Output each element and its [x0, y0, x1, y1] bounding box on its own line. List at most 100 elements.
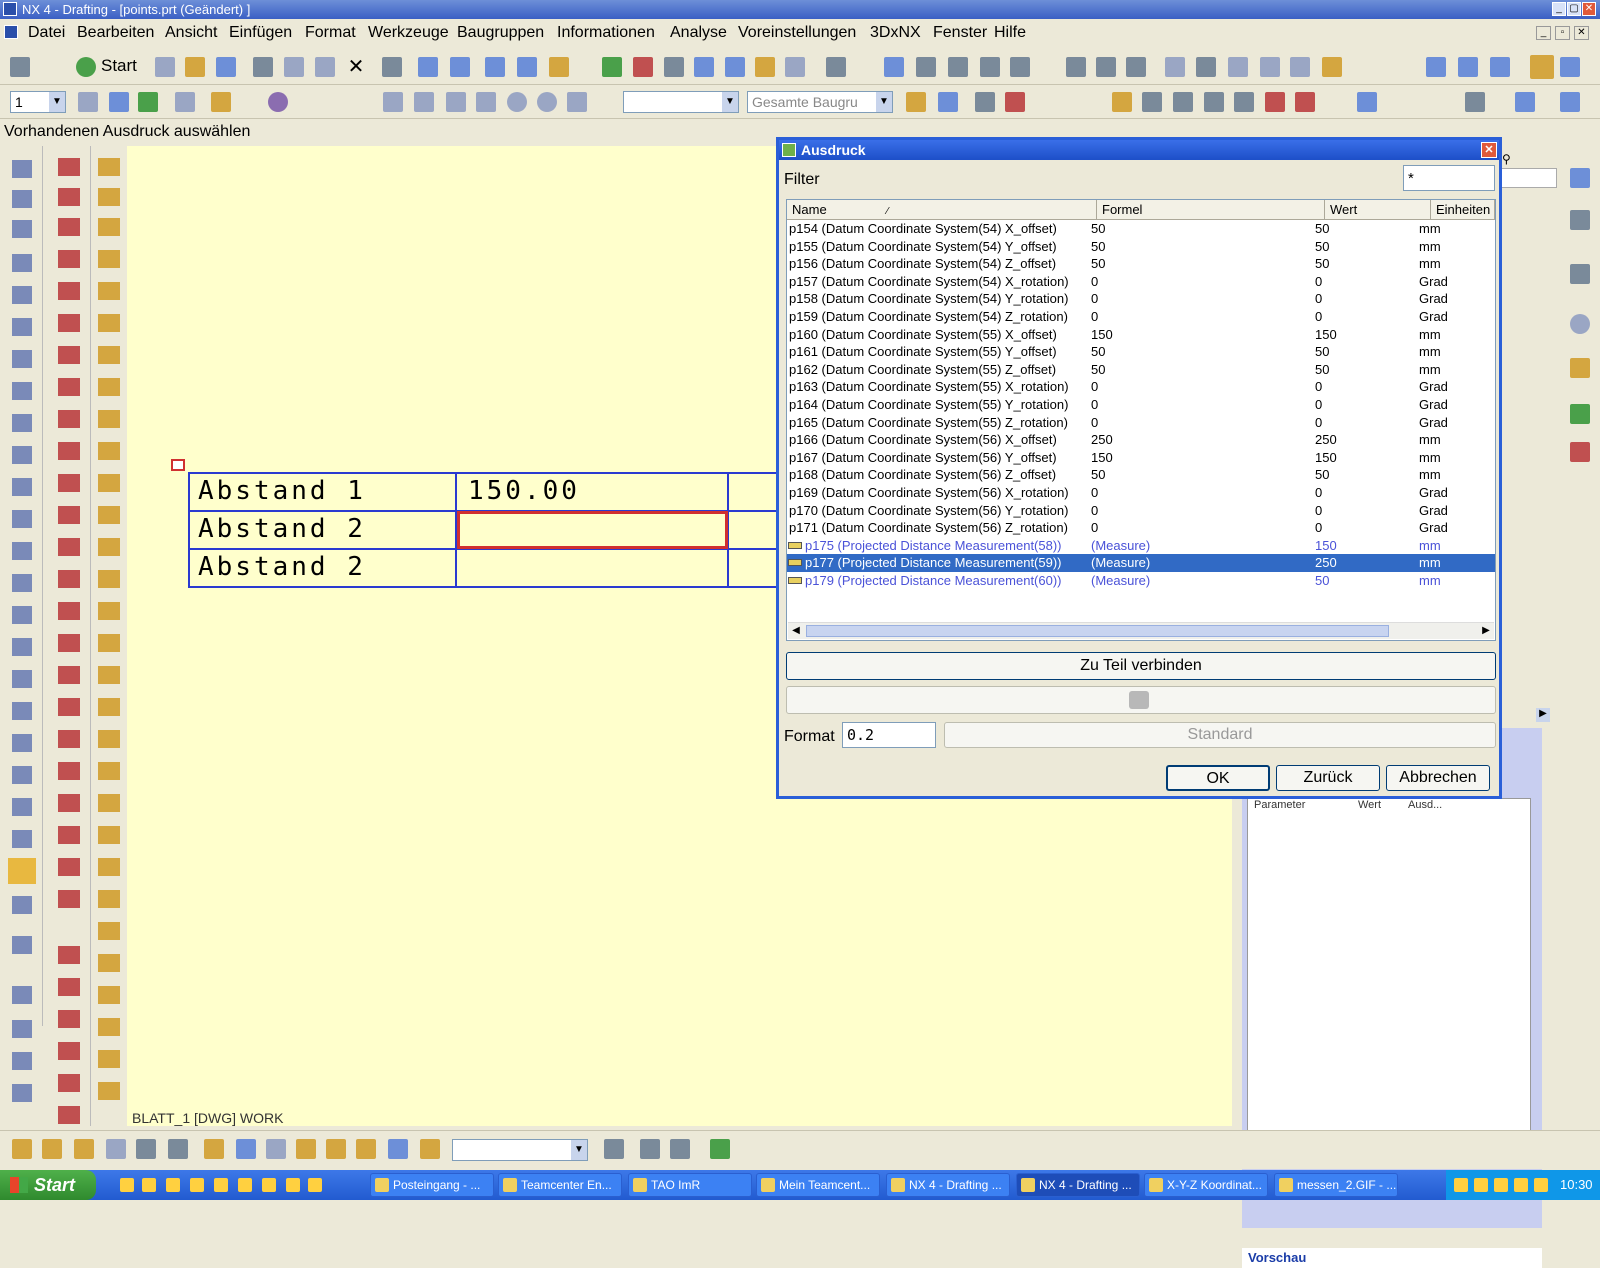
- mdi-close-icon[interactable]: ✕: [1574, 26, 1589, 40]
- quicklaunch-icon-7[interactable]: [262, 1178, 276, 1192]
- anno-tool-icon-18[interactable]: [98, 698, 120, 716]
- tray-icon-2[interactable]: [1474, 1178, 1488, 1192]
- tool-icon-25[interactable]: [12, 986, 32, 1004]
- zoom-window-icon[interactable]: [664, 57, 684, 77]
- label-icon[interactable]: [1165, 57, 1185, 77]
- menu-werkzeuge[interactable]: Werkzeuge: [368, 24, 449, 42]
- view-tool-icon-9[interactable]: [266, 1139, 286, 1159]
- quicklaunch-icon-1[interactable]: [120, 1178, 134, 1192]
- selection-filter-combo[interactable]: ▼: [623, 91, 739, 113]
- filter-input[interactable]: [1403, 165, 1495, 191]
- column-header-value[interactable]: Wert: [1325, 200, 1431, 220]
- tool-icon-20[interactable]: [12, 766, 32, 784]
- anno-tool-icon-26[interactable]: [98, 954, 120, 972]
- dim-tool-icon-1[interactable]: [58, 158, 80, 176]
- dim-tool-icon-19[interactable]: [58, 730, 80, 748]
- pan-icon[interactable]: [755, 57, 775, 77]
- dim-tool-icon-15[interactable]: [58, 602, 80, 620]
- expression-row[interactable]: p177 (Projected Distance Measurement(59)…: [787, 554, 1495, 573]
- expression-row[interactable]: p163 (Datum Coordinate System(55) X_rota…: [787, 378, 1495, 396]
- expression-row[interactable]: p161 (Datum Coordinate System(55) Y_offs…: [787, 343, 1495, 361]
- tool-icon-22[interactable]: [12, 830, 32, 848]
- tool-icon-14[interactable]: [12, 574, 32, 592]
- dim-tool-icon-5[interactable]: [58, 282, 80, 300]
- dim-tool-icon-4[interactable]: [58, 250, 80, 268]
- quicklaunch-icon-3[interactable]: [166, 1178, 180, 1192]
- view-tool-icon-5[interactable]: [136, 1139, 156, 1159]
- class-selection-icon[interactable]: [450, 57, 470, 77]
- active-expression-tool-icon[interactable]: [8, 858, 36, 884]
- anno-tool-icon-19[interactable]: [98, 730, 120, 748]
- note-icon[interactable]: [1066, 57, 1086, 77]
- menu-3dxnx[interactable]: 3DxNX: [870, 24, 921, 42]
- scrollbar-thumb[interactable]: [806, 625, 1389, 637]
- cross-icon[interactable]: [567, 92, 587, 112]
- chevron-down-icon[interactable]: ▼: [49, 92, 65, 112]
- anno-tool-icon-20[interactable]: [98, 762, 120, 780]
- expression-row[interactable]: p168 (Datum Coordinate System(56) Z_offs…: [787, 466, 1495, 484]
- object-info-icon[interactable]: [485, 57, 505, 77]
- layer-icon[interactable]: [826, 57, 846, 77]
- dim-tool-icon-18[interactable]: [58, 698, 80, 716]
- parts-list-icon[interactable]: [1260, 57, 1280, 77]
- taskbar-button[interactable]: Mein Teamcent...: [756, 1173, 880, 1197]
- tool-icon-26[interactable]: [12, 1020, 32, 1038]
- format-input[interactable]: [842, 722, 936, 748]
- dim-tool-icon-3[interactable]: [58, 218, 80, 236]
- detail-view-icon[interactable]: [1010, 57, 1030, 77]
- view-tool-icon-1[interactable]: [12, 1139, 32, 1159]
- menu-ansicht[interactable]: Ansicht: [165, 24, 217, 42]
- taskbar-button[interactable]: TAO ImR: [628, 1173, 752, 1197]
- maximize-button[interactable]: ▢: [1567, 2, 1581, 16]
- taskbar-button[interactable]: messen_2.GIF - ...: [1274, 1173, 1398, 1197]
- tool-icon-9[interactable]: [12, 414, 32, 432]
- tool-icon-16[interactable]: [12, 638, 32, 656]
- table-cell-label[interactable]: Abstand 1: [198, 476, 366, 506]
- column-header-units[interactable]: Einheiten: [1431, 200, 1495, 220]
- anno-tool-icon-14[interactable]: [98, 570, 120, 588]
- expression-row[interactable]: p165 (Datum Coordinate System(55) Z_rota…: [787, 414, 1495, 432]
- shaded-view-icon[interactable]: [785, 57, 805, 77]
- table-origin-icon[interactable]: [171, 459, 185, 471]
- dim-tool-icon-7[interactable]: [58, 346, 80, 364]
- anno-tool-icon-24[interactable]: [98, 890, 120, 908]
- tool-icon-27[interactable]: [12, 1052, 32, 1070]
- anno-tool-icon-22[interactable]: [98, 826, 120, 844]
- edit-object-icon[interactable]: [418, 57, 438, 77]
- dim-tool-icon-28[interactable]: [58, 1042, 80, 1060]
- expression-list[interactable]: Name ⁄ Formel Wert Einheiten p154 (Datum …: [786, 199, 1496, 641]
- dim-tool-icon-21[interactable]: [58, 794, 80, 812]
- quicklaunch-icon-9[interactable]: [308, 1178, 322, 1192]
- tool-icon-12[interactable]: [12, 510, 32, 528]
- anno-tool-icon-10[interactable]: [98, 442, 120, 460]
- expression-row[interactable]: p154 (Datum Coordinate System(54) X_offs…: [787, 220, 1495, 238]
- layer-settings-icon[interactable]: [78, 92, 98, 112]
- dim-tool-icon-25[interactable]: [58, 946, 80, 964]
- tool-icon-19[interactable]: [12, 734, 32, 752]
- zoom-icon[interactable]: [725, 57, 745, 77]
- zoom-box-icon[interactable]: [694, 57, 714, 77]
- menu-informationen[interactable]: Informationen: [557, 24, 655, 42]
- menu-voreinstellungen[interactable]: Voreinstellungen: [738, 24, 856, 42]
- dim-tool-icon-10[interactable]: [58, 442, 80, 460]
- column-header-name[interactable]: Name ⁄: [787, 200, 1097, 220]
- dim-tool-icon-11[interactable]: [58, 474, 80, 492]
- anno-tool-icon-30[interactable]: [98, 1082, 120, 1100]
- taskbar-button[interactable]: X-Y-Z Koordinat...: [1144, 1173, 1268, 1197]
- back-button[interactable]: Zurück: [1276, 765, 1380, 791]
- assembly-navigator-icon[interactable]: [1570, 168, 1590, 188]
- anno-tool-icon-6[interactable]: [98, 314, 120, 332]
- tool-icon-4[interactable]: [12, 254, 32, 272]
- paste-icon[interactable]: [315, 57, 335, 77]
- view-tool-icon-16[interactable]: [640, 1139, 660, 1159]
- taskbar-button[interactable]: NX 4 - Drafting ...: [1016, 1173, 1140, 1197]
- menu-format[interactable]: Format: [305, 24, 356, 42]
- taskbar-button[interactable]: Teamcenter En...: [498, 1173, 622, 1197]
- roles-icon[interactable]: [1570, 404, 1590, 424]
- measure-icon[interactable]: [975, 92, 995, 112]
- view-tool-icon-10[interactable]: [296, 1139, 316, 1159]
- dim-tool-icon-12[interactable]: [58, 506, 80, 524]
- anno-tool-icon-11[interactable]: [98, 474, 120, 492]
- quicklaunch-icon-4[interactable]: [190, 1178, 204, 1192]
- dim-tool-icon-17[interactable]: [58, 666, 80, 684]
